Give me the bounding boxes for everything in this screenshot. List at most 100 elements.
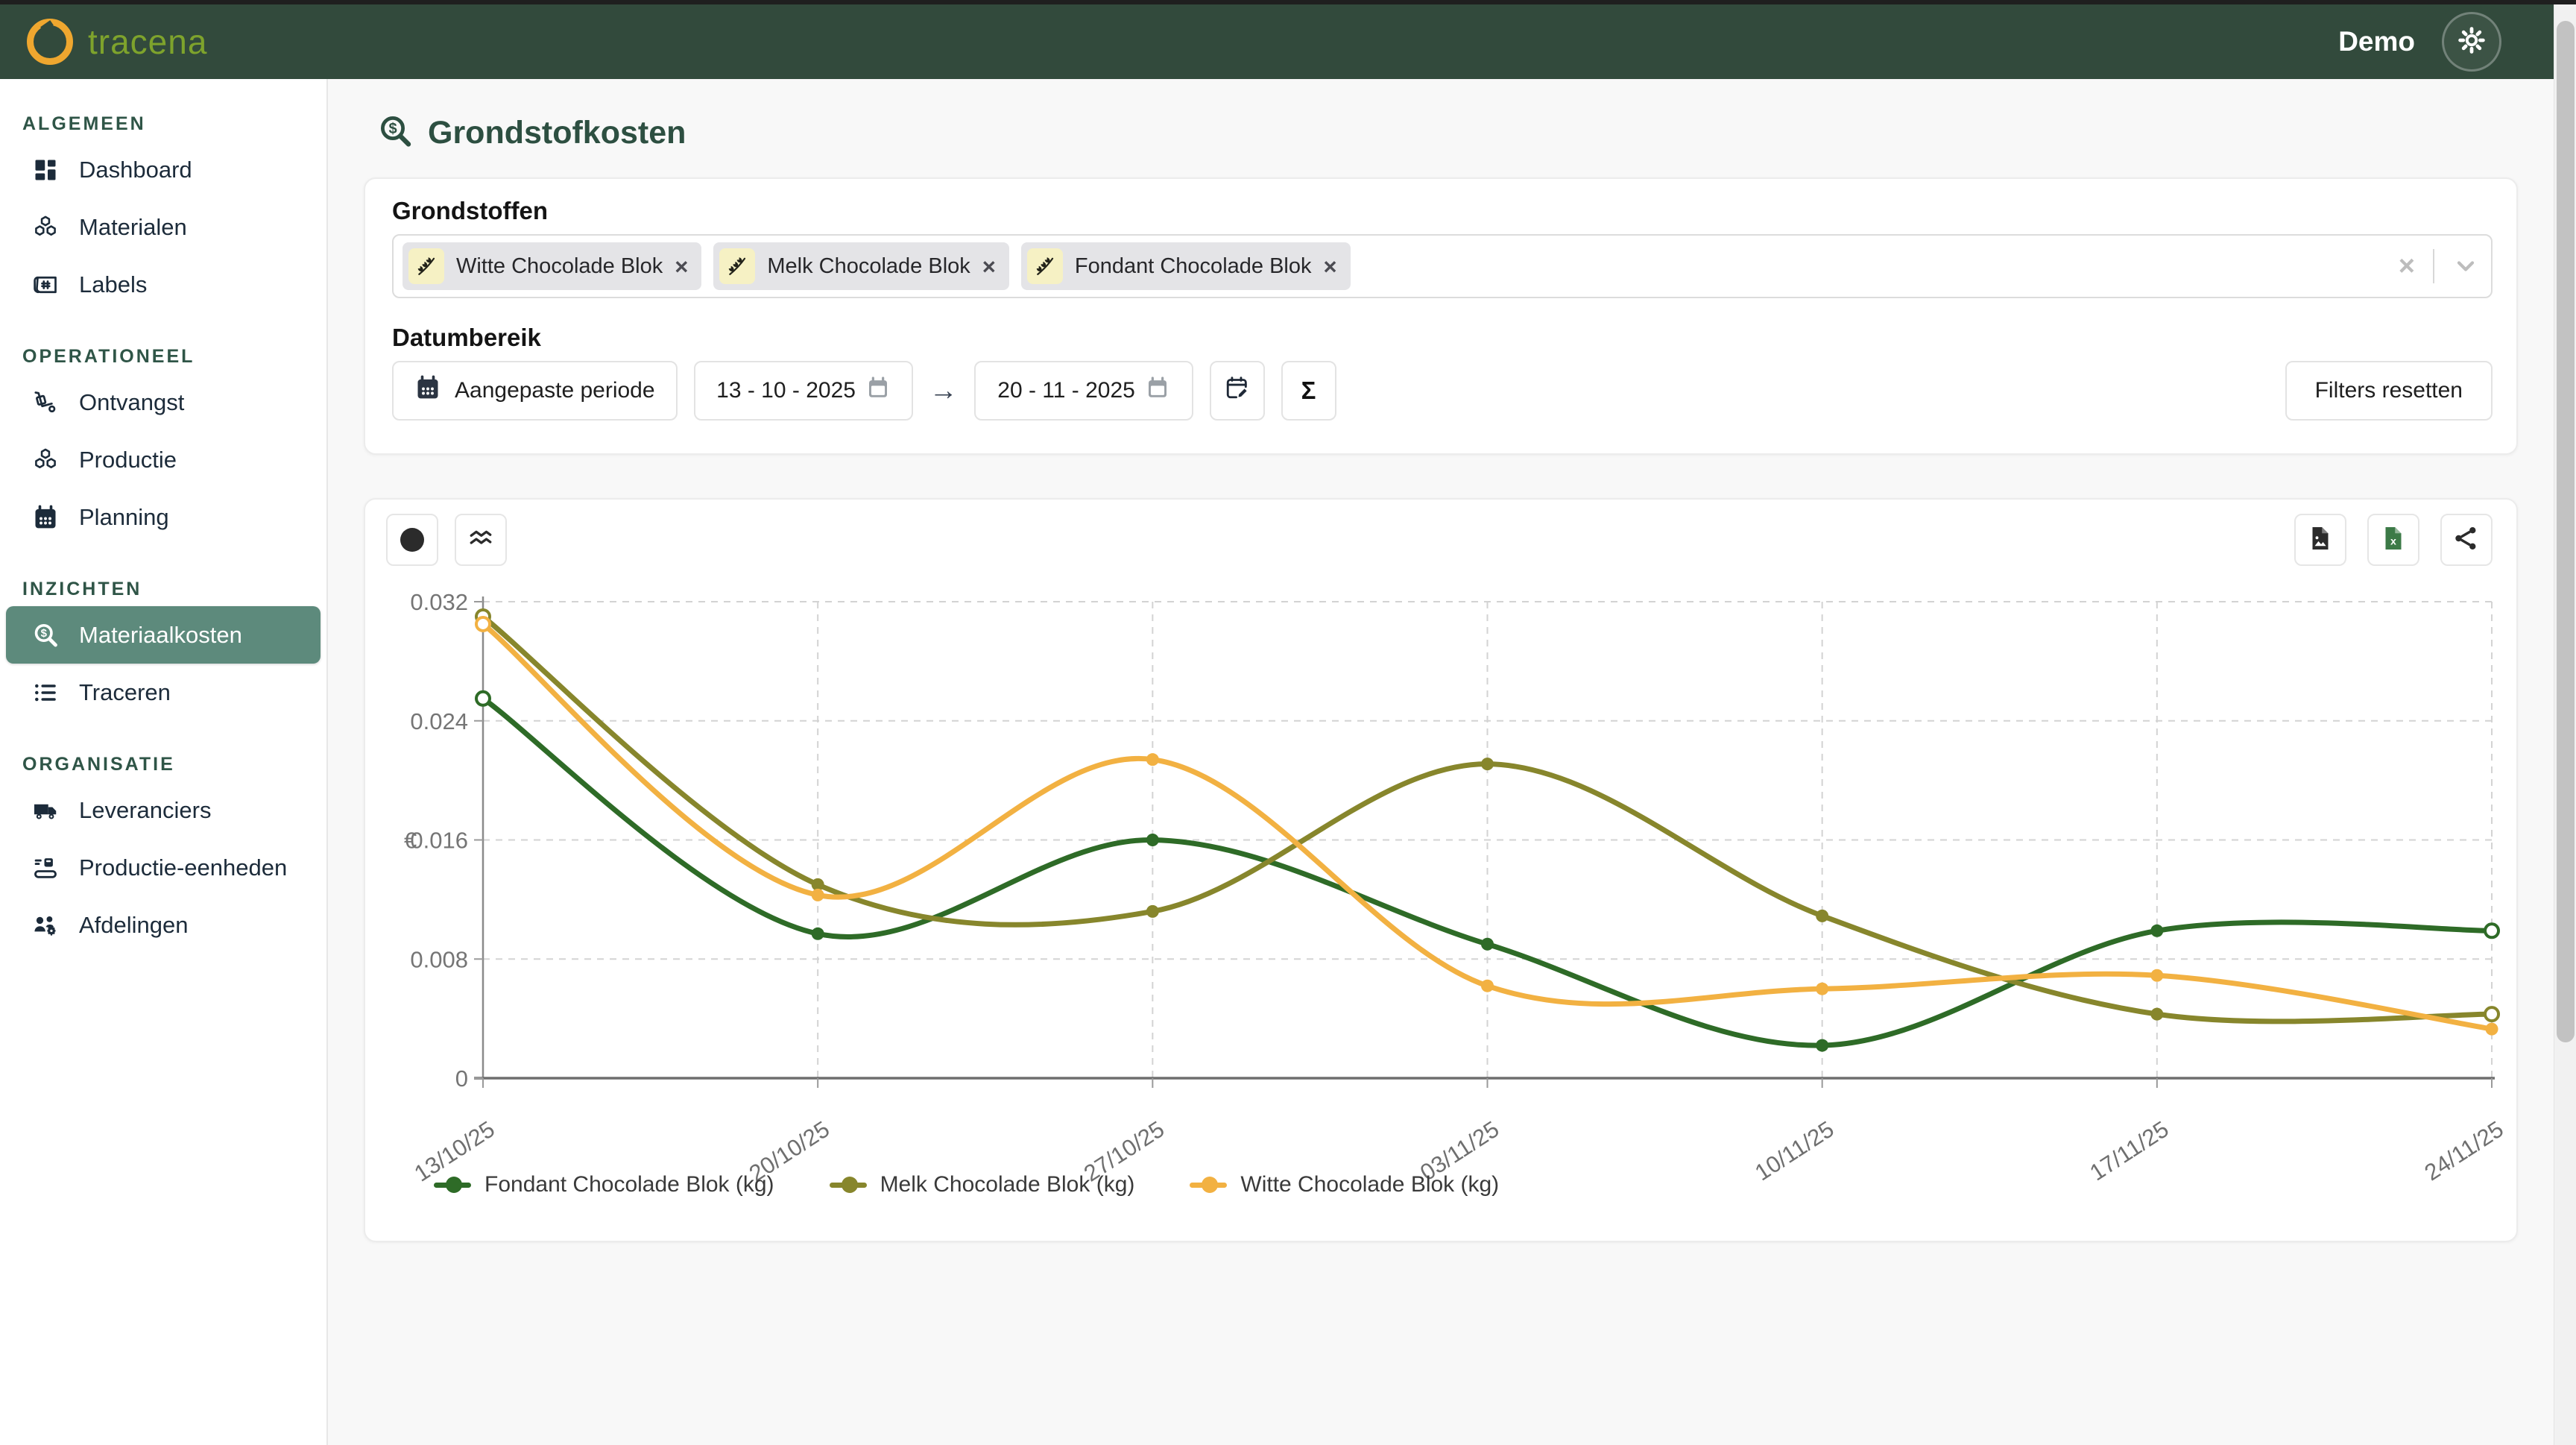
brand-logo[interactable]: tracena [27,19,207,65]
date-range-controls: Aangepaste periode 13 - 10 - 2025 → 20 - [392,361,1336,421]
handtruck-icon [31,388,60,417]
export-excel-button[interactable]: x [2367,514,2419,566]
dashboard-icon [31,156,60,184]
svg-text:0.016: 0.016 [410,828,468,854]
scrollbar-thumb[interactable] [2557,21,2575,1042]
arrow-right-icon: → [929,375,958,407]
sidebar-item-labels[interactable]: Labels [0,256,326,313]
wheat-icon [1027,248,1063,284]
legend-label: Fondant Chocolade Blok (kg) [484,1172,774,1197]
point-style-button[interactable] [386,514,438,566]
cubes-icon [31,213,60,242]
material-chip[interactable]: Witte Chocolade Blok × [402,242,701,290]
sidebar-item-afdelingen[interactable]: Afdelingen [0,896,326,954]
sum-button[interactable]: Σ [1281,361,1336,421]
date-from-input[interactable]: 13 - 10 - 2025 [694,361,913,421]
brand-ring-icon [27,19,73,65]
sidebar-item-label: Traceren [79,679,171,706]
waves-icon [467,525,494,555]
date-to-input[interactable]: 20 - 11 - 2025 [974,361,1193,421]
svg-text:0.008: 0.008 [410,946,468,972]
calendar-edit-button[interactable] [1210,361,1265,421]
sidebar-section-title: Organisatie [22,754,326,775]
chart-export-toolbar: x [2294,514,2493,566]
search-dollar-icon: $ [377,113,413,153]
sidebar-item-label: Ontvangst [79,389,184,416]
smooth-lines-button[interactable] [455,514,507,566]
material-chip[interactable]: Melk Chocolade Blok× [713,242,1009,290]
legend-marker-icon [1190,1177,1227,1193]
svg-text:0.032: 0.032 [410,589,468,615]
team-gear-icon [31,911,60,939]
clear-selection-icon[interactable]: × [2399,251,2415,283]
chip-label: Fondant Chocolade Blok [1075,254,1312,279]
chip-remove-icon[interactable]: × [1324,255,1337,278]
calendar-edit-icon [1225,375,1250,406]
sidebar-item-productie[interactable]: Productie [0,431,326,488]
sidebar-item-label: Planning [79,504,169,531]
legend-item[interactable]: Melk Chocolade Blok (kg) [830,1172,1135,1197]
grondstoffen-multiselect[interactable]: Witte Chocolade Blok×Melk Chocolade Blok… [392,234,2493,298]
calendar-icon [31,503,60,532]
sidebar-item-materiaalkosten[interactable]: $Materiaalkosten [6,606,321,664]
sidebar-item-leveranciers[interactable]: Leveranciers [0,781,326,839]
sidebar-item-materialen[interactable]: Materialen [0,198,326,256]
share-button[interactable] [2440,514,2493,566]
sidebar-item-label: Productie [79,447,177,473]
svg-text:0.024: 0.024 [410,708,468,734]
wheat-icon [719,248,755,284]
svg-text:10/11/25: 10/11/25 [1750,1116,1838,1186]
excel-file-icon: x [2380,525,2407,555]
reset-filters-button[interactable]: Filters resetten [2285,361,2493,421]
truck-icon [31,796,60,825]
chip-label: Witte Chocolade Blok [456,254,663,279]
calendar-icon [1146,376,1169,406]
main-content: $ Grondstofkosten Grondstoffen Witte Cho… [329,79,2554,1445]
period-button[interactable]: Aangepaste periode [392,361,678,421]
trace-list-icon [31,679,60,707]
sidebar: AlgemeenDashboardMaterialenLabelsOperati… [0,79,328,1445]
export-image-button[interactable] [2294,514,2346,566]
dot-icon [400,528,424,552]
gear-icon [2455,24,2488,60]
sidebar-item-label: Labels [79,271,147,298]
svg-text:€: € [404,828,417,854]
chevron-down-icon[interactable] [2452,253,2479,280]
settings-button[interactable] [2442,12,2501,72]
date-to-value: 20 - 11 - 2025 [997,378,1135,403]
app-window: tracena Demo Algemeen Dashboard Materialen… [0,0,2576,1445]
sidebar-section-title: Algemeen [22,113,326,135]
sidebar-item-productie-eenheden[interactable]: Productie-eenheden [0,839,326,896]
cubes-icon [31,446,60,474]
chart-type-toolbar [386,514,507,566]
window-edge [0,0,2576,4]
chart-card: x 00.0080.0160.0240.032€13/10/2520/10/25… [364,498,2518,1242]
user-name: Demo [2338,26,2415,57]
brand-name: tracena [88,22,207,62]
material-chip[interactable]: Fondant Chocolade Blok × [1021,242,1351,290]
scrollbar-track[interactable] [2554,4,2576,1445]
sidebar-item-label: Dashboard [79,157,192,183]
cost-chart-svg: 00.0080.0160.0240.032€13/10/2520/10/2527… [365,500,2519,1244]
sidebar-item-planning[interactable]: Planning [0,488,326,546]
grondstoffen-label: Grondstoffen [392,197,548,225]
sidebar-item-ontvangst[interactable]: Ontvangst [0,374,326,431]
sidebar-item-dashboard[interactable]: Dashboard [0,141,326,198]
wheat-icon [408,248,444,284]
svg-text:$: $ [388,121,397,137]
sidebar-item-traceren[interactable]: Traceren [0,664,326,721]
legend-label: Witte Chocolade Blok (kg) [1240,1172,1499,1197]
chip-remove-icon[interactable]: × [675,255,688,278]
chip-remove-icon[interactable]: × [982,255,996,278]
legend-item[interactable]: Witte Chocolade Blok (kg) [1190,1172,1499,1197]
share-icon [2453,525,2480,555]
image-file-icon [2307,525,2334,555]
sidebar-item-label: Materiaalkosten [79,622,242,649]
legend-item[interactable]: Fondant Chocolade Blok (kg) [434,1172,774,1197]
legend-marker-icon [434,1177,471,1193]
sidebar-item-label: Productie-eenheden [79,854,287,881]
page-title: Grondstofkosten [428,115,686,151]
calendar-icon [414,374,441,407]
svg-text:24/11/25: 24/11/25 [2419,1116,2507,1186]
svg-text:17/11/25: 17/11/25 [2085,1116,2173,1186]
